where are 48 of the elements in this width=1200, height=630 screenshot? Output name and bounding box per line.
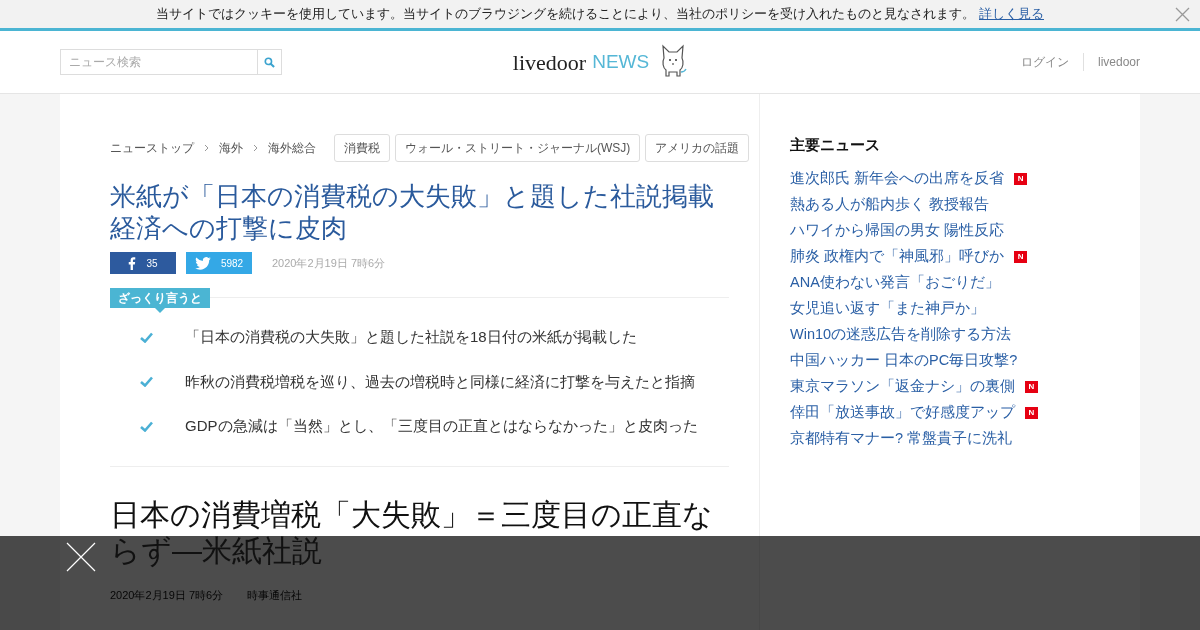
- nav-link[interactable]: ログイン: [1006, 53, 1083, 71]
- checkmark-icon: [140, 331, 153, 343]
- body-date: 2020年2月19日 7時6分: [110, 587, 224, 603]
- cookie-notice: 当サイトではクッキーを使用しています。当サイトのブラウジングを続けることにより、当社のポリシーを受け入れたものと見なされます。: [156, 5, 975, 24]
- news-link[interactable]: ANA使わない発言「おごりだ」: [790, 272, 1000, 294]
- learn-more-link[interactable]: 詳しく見る: [979, 4, 1044, 24]
- news-link[interactable]: 倖田「放送事故」で好感度アップ: [790, 402, 1015, 424]
- news-link[interactable]: 中国ハッカー 日本のPC毎日攻撃?: [790, 350, 1018, 372]
- source-name: 時事通信社: [247, 587, 303, 603]
- summary-point: 昨秋の消費税増税を巡り、過去の増税時と同様に経済に打撃を与えたと指摘: [185, 371, 695, 392]
- breadcrumb-link[interactable]: ニューストップ: [110, 139, 194, 157]
- breadcrumb-link[interactable]: 海外: [219, 139, 243, 157]
- article-title: 米紙が「日本の消費税の大失敗」と題した社説掲載経済への打撃に皮肉: [110, 180, 715, 244]
- new-badge: N: [1014, 173, 1028, 185]
- checkmark-icon: [140, 376, 153, 388]
- summary-point: 「日本の消費税の大失敗」と題した社説を18日付の米紙が掲載した: [185, 327, 637, 347]
- news-link[interactable]: 東京マラソン「返金ナシ」の裏側: [790, 376, 1015, 398]
- label-pointer-icon: [155, 308, 165, 313]
- news-link[interactable]: 進次郎氏 新年会への出席を反省: [790, 168, 1005, 190]
- new-badge: N: [1025, 381, 1038, 393]
- summary-point: GDPの急減は「当然」とし、「三度目の正直とはならなかった」と皮肉った: [185, 416, 698, 436]
- search-icon: [264, 56, 275, 68]
- logo-wordmark[interactable]: livedoor: [512, 45, 587, 79]
- new-badge: N: [1014, 251, 1028, 263]
- breadcrumb-link[interactable]: 海外総合: [268, 139, 316, 157]
- tag-link[interactable]: ウォール・ストリート・ジャーナル(WSJ): [395, 134, 641, 162]
- tag-link[interactable]: 消費税: [334, 134, 390, 162]
- dog-mascot-icon: [659, 44, 688, 80]
- chevron-icon: [204, 144, 209, 152]
- news-link[interactable]: ハワイから帰国の男女 陽性反応: [790, 220, 1005, 242]
- bird-icon: [194, 256, 211, 270]
- news-link[interactable]: 京都特有マナー? 常盤貴子に洗礼: [790, 428, 1013, 450]
- sidebar-heading: 主要ニュース: [790, 135, 881, 155]
- share-button[interactable]: 35: [110, 252, 176, 274]
- news-link[interactable]: 女児追い返す「また神戸か」: [790, 298, 985, 320]
- publish-date: 2020年2月19日 7時6分: [272, 255, 386, 271]
- facebook-icon: [128, 256, 137, 270]
- search-field[interactable]: ニュース検索: [60, 49, 258, 75]
- news-link[interactable]: 肺炎 政権内で「神風邪」呼びか: [790, 246, 1005, 268]
- new-badge: N: [1025, 407, 1038, 419]
- chevron-icon: [253, 144, 258, 152]
- nav-link[interactable]: livedoor: [1082, 53, 1140, 71]
- news-link[interactable]: 熱ある人が船内歩く 教授報告: [790, 194, 990, 216]
- tag-link[interactable]: アメリカの話題: [645, 134, 750, 162]
- body-headline: 日本の消費増税「大失敗」＝三度目の正直ならず―米紙社説: [110, 496, 714, 569]
- checkmark-icon: [140, 420, 153, 432]
- news-link[interactable]: Win10の迷惑広告を削除する方法: [790, 324, 1012, 346]
- search-button[interactable]: [258, 49, 282, 75]
